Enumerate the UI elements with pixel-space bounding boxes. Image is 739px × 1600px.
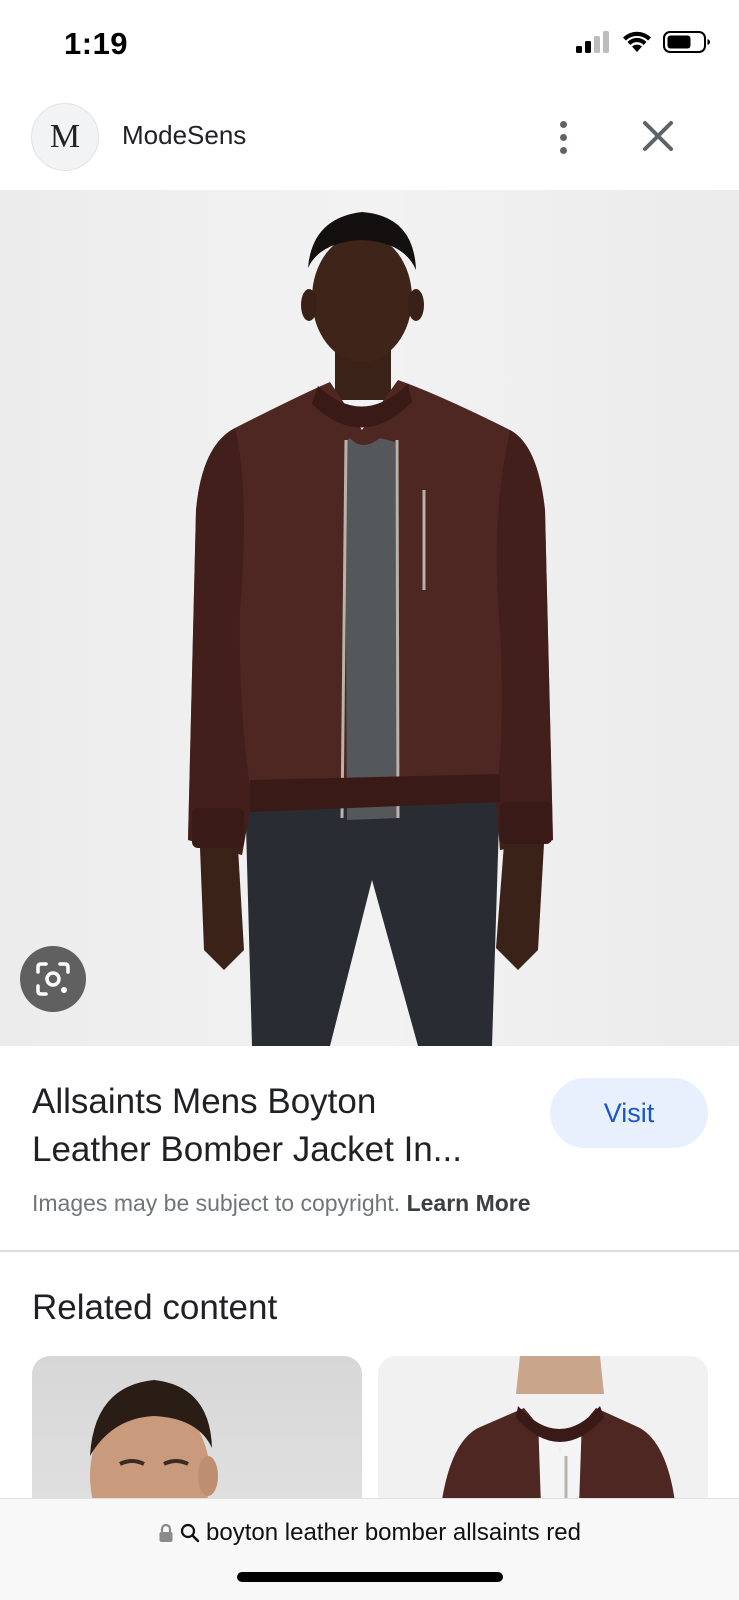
- learn-more-link[interactable]: Learn More: [407, 1190, 531, 1216]
- more-options-button[interactable]: [545, 112, 581, 162]
- status-bar: 1:19: [0, 0, 739, 92]
- result-info: Allsaints Mens Boyton Leather Bomber Jac…: [0, 1046, 739, 1252]
- result-title-line2: Leather Bomber Jacket In...: [32, 1130, 462, 1169]
- result-title-line1: Allsaints Mens Boyton: [32, 1082, 377, 1121]
- url-field[interactable]: boyton leather bomber allsaints red: [0, 1519, 739, 1547]
- site-favicon[interactable]: M: [31, 103, 99, 171]
- product-image[interactable]: [0, 190, 739, 1046]
- visit-button[interactable]: Visit: [550, 1078, 708, 1148]
- status-icons: [575, 30, 711, 54]
- home-indicator: [237, 1572, 503, 1582]
- close-icon[interactable]: [636, 114, 680, 158]
- url-query-text: boyton leather bomber allsaints red: [206, 1519, 581, 1546]
- status-time: 1:19: [64, 26, 129, 61]
- signal-icon: [576, 31, 609, 53]
- more-vert-icon: [559, 120, 567, 128]
- copyright-text: Images may be subject to copyright.: [32, 1190, 401, 1216]
- search-icon: [180, 1523, 200, 1543]
- header: M ModeSens: [0, 92, 739, 190]
- related-card[interactable]: [32, 1356, 362, 1500]
- url-bar[interactable]: boyton leather bomber allsaints red: [0, 1498, 739, 1600]
- wifi-icon: [623, 31, 651, 52]
- result-title[interactable]: Allsaints Mens Boyton Leather Bomber Jac…: [32, 1078, 522, 1174]
- lens-search-button[interactable]: [20, 946, 86, 1012]
- related-content: Related content: [0, 1252, 739, 1500]
- lens-search-icon: [36, 962, 70, 996]
- lock-icon: [159, 1523, 173, 1542]
- related-thumbnail-model-face: [90, 1380, 218, 1500]
- related-content-heading: Related content: [32, 1288, 278, 1327]
- copyright-notice: Images may be subject to copyright. Lear…: [32, 1190, 531, 1217]
- related-card[interactable]: [378, 1356, 708, 1500]
- model-in-leather-jacket-illustration: [188, 212, 553, 1046]
- battery-icon: [663, 31, 710, 53]
- related-thumbnail-jacket: [442, 1356, 675, 1500]
- site-name[interactable]: ModeSens: [122, 120, 246, 151]
